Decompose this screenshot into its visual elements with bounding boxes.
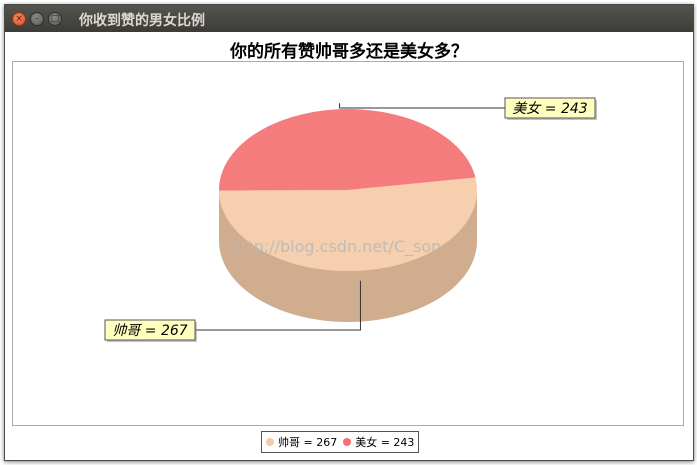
legend-swatch — [266, 438, 274, 446]
minimize-window-button[interactable]: – — [30, 12, 44, 26]
legend-swatch — [343, 438, 352, 446]
slice-label: 美女 = 243 — [512, 101, 587, 117]
title-bar[interactable]: × – □ 你收到赞的男女比例 — [5, 5, 693, 32]
maximize-window-button[interactable]: □ — [48, 12, 62, 26]
pie-slice-美女 — [219, 108, 476, 191]
legend-label: 帅哥 = 267 — [278, 436, 338, 449]
app-window: × – □ 你收到赞的男女比例 你的所有赞帅哥多还是美女多？ http://bl… — [4, 4, 694, 461]
chart-title: 你的所有赞帅哥多还是美女多？ — [230, 42, 468, 62]
legend-label: 美女 = 243 — [355, 436, 415, 449]
window-title: 你收到赞的男女比例 — [79, 13, 205, 29]
slice-label: 帅哥 = 267 — [112, 323, 187, 339]
close-window-button[interactable]: × — [12, 12, 26, 26]
legend-item-shuaige: 帅哥 = 267 — [266, 434, 337, 450]
pie-chart: http://blog.csdn.net/C_son 帅哥 = 267 美女 = … — [104, 97, 597, 342]
watermark-text: http://blog.csdn.net/C_son — [231, 237, 441, 257]
plot-area: http://blog.csdn.net/C_son 帅哥 = 267 美女 = … — [12, 61, 684, 426]
label-leader-line — [339, 103, 505, 109]
chart-legend: 帅哥 = 267 美女 = 243 — [261, 431, 420, 453]
legend-item-meinv: 美女 = 243 — [343, 434, 414, 450]
